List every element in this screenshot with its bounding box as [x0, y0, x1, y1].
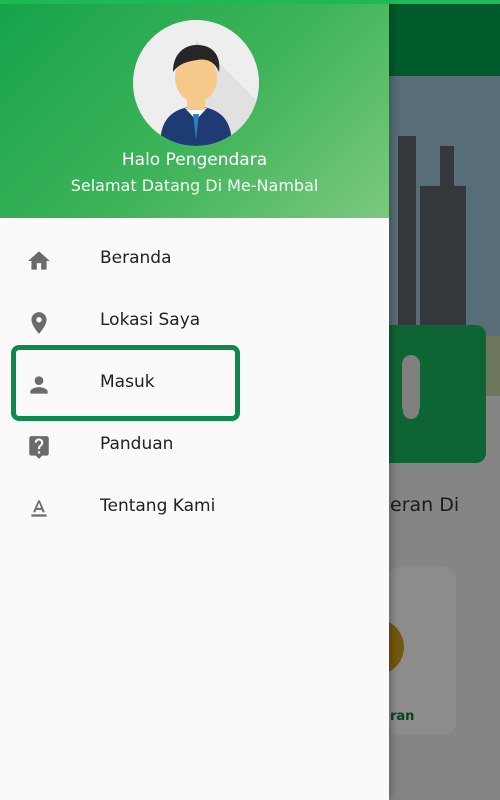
menu-item-label: Tentang Kami [100, 496, 216, 516]
text-format-icon [31, 500, 47, 517]
welcome-text: Selamat Datang Di Me-Nambal [70, 176, 319, 195]
menu-item-masuk[interactable]: Masuk [0, 353, 389, 415]
menu-item-label: Beranda [100, 248, 172, 268]
menu-item-label: Panduan [100, 434, 174, 454]
person-icon [30, 376, 48, 394]
menu-item-label: Lokasi Saya [100, 310, 201, 330]
menu-item-label: Masuk [100, 372, 155, 392]
avatar [133, 20, 259, 146]
navigation-drawer: Halo Pengendara Selamat Datang Di Me-Nam… [0, 0, 389, 800]
greeting-text: Halo Pengendara [121, 150, 268, 170]
home-icon [28, 251, 50, 270]
menu-item-beranda[interactable]: Beranda [0, 229, 389, 291]
menu-item-panduan[interactable]: Panduan [0, 415, 389, 477]
user-avatar-icon [133, 20, 259, 146]
menu-item-tentang-kami[interactable]: Tentang Kami [0, 477, 389, 539]
help-icon [29, 436, 49, 459]
menu-item-lokasi-saya[interactable]: Lokasi Saya [0, 291, 389, 353]
drawer-header: Halo Pengendara Selamat Datang Di Me-Nam… [0, 0, 389, 218]
location-pin-icon [31, 312, 47, 334]
status-strip [0, 0, 500, 4]
